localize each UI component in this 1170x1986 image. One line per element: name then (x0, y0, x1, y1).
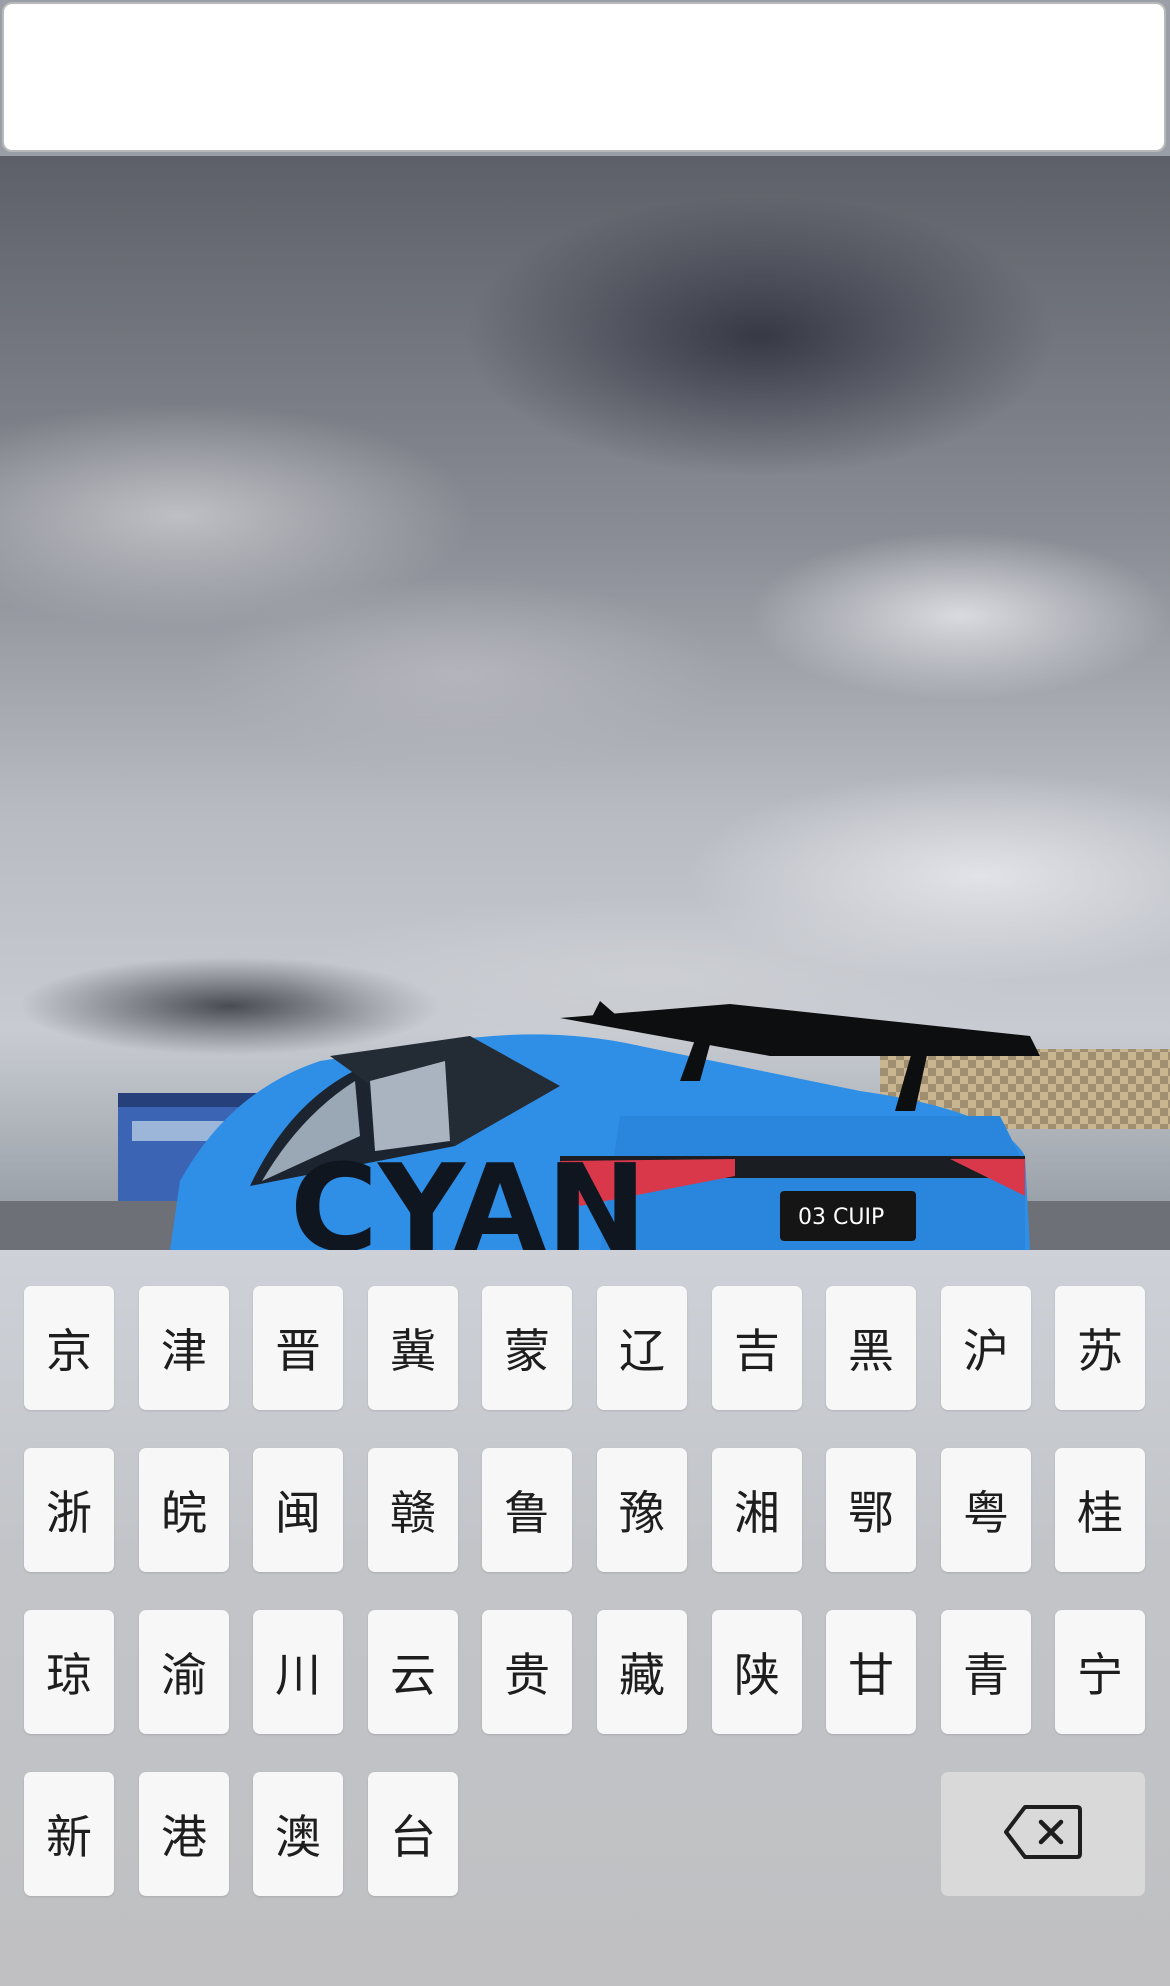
plate-input-field[interactable] (2, 2, 1166, 152)
province-key[interactable]: 晋 (253, 1286, 343, 1410)
province-key[interactable]: 苏 (1055, 1286, 1145, 1410)
backspace-button[interactable] (941, 1772, 1145, 1896)
province-key[interactable]: 陕 (712, 1610, 802, 1734)
province-key[interactable]: 粤 (941, 1448, 1031, 1572)
province-key[interactable]: 辽 (597, 1286, 687, 1410)
province-key[interactable]: 蒙 (482, 1286, 572, 1410)
province-key[interactable]: 桂 (1055, 1448, 1145, 1572)
province-key[interactable]: 京 (24, 1286, 114, 1410)
province-key[interactable]: 冀 (368, 1286, 458, 1410)
province-key[interactable]: 津 (139, 1286, 229, 1410)
province-key[interactable]: 藏 (597, 1610, 687, 1734)
province-key[interactable]: 湘 (712, 1448, 802, 1572)
background-photo: 03 CUIP CYAN (0, 156, 1170, 1250)
province-key[interactable]: 港 (139, 1772, 229, 1896)
province-key[interactable]: 渝 (139, 1610, 229, 1734)
province-key[interactable]: 鄂 (826, 1448, 916, 1572)
province-key[interactable]: 皖 (139, 1448, 229, 1572)
province-key[interactable]: 新 (24, 1772, 114, 1896)
province-key[interactable]: 云 (368, 1610, 458, 1734)
province-key[interactable]: 豫 (597, 1448, 687, 1572)
province-key[interactable]: 青 (941, 1610, 1031, 1734)
plate-input[interactable] (4, 4, 1164, 150)
province-key[interactable]: 吉 (712, 1286, 802, 1410)
car-plate-text: 03 CUIP (798, 1205, 884, 1230)
province-key[interactable]: 贵 (482, 1610, 572, 1734)
province-key[interactable]: 澳 (253, 1772, 343, 1896)
province-key[interactable]: 鲁 (482, 1448, 572, 1572)
province-key[interactable]: 宁 (1055, 1610, 1145, 1734)
province-key[interactable]: 琼 (24, 1610, 114, 1734)
province-key[interactable]: 川 (253, 1610, 343, 1734)
province-key[interactable]: 台 (368, 1772, 458, 1896)
province-keyboard: 京 津 晋 冀 蒙 辽 吉 黑 沪 苏 浙 皖 闽 赣 鲁 豫 湘 鄂 粤 桂 … (0, 1250, 1170, 1986)
province-key[interactable]: 赣 (368, 1448, 458, 1572)
province-key[interactable]: 闽 (253, 1448, 343, 1572)
province-key[interactable]: 黑 (826, 1286, 916, 1410)
province-key[interactable]: 甘 (826, 1610, 916, 1734)
province-key[interactable]: 沪 (941, 1286, 1031, 1410)
province-key[interactable]: 浙 (24, 1448, 114, 1572)
backspace-icon (1003, 1803, 1083, 1865)
car-livery-text: CYAN (290, 1140, 647, 1250)
